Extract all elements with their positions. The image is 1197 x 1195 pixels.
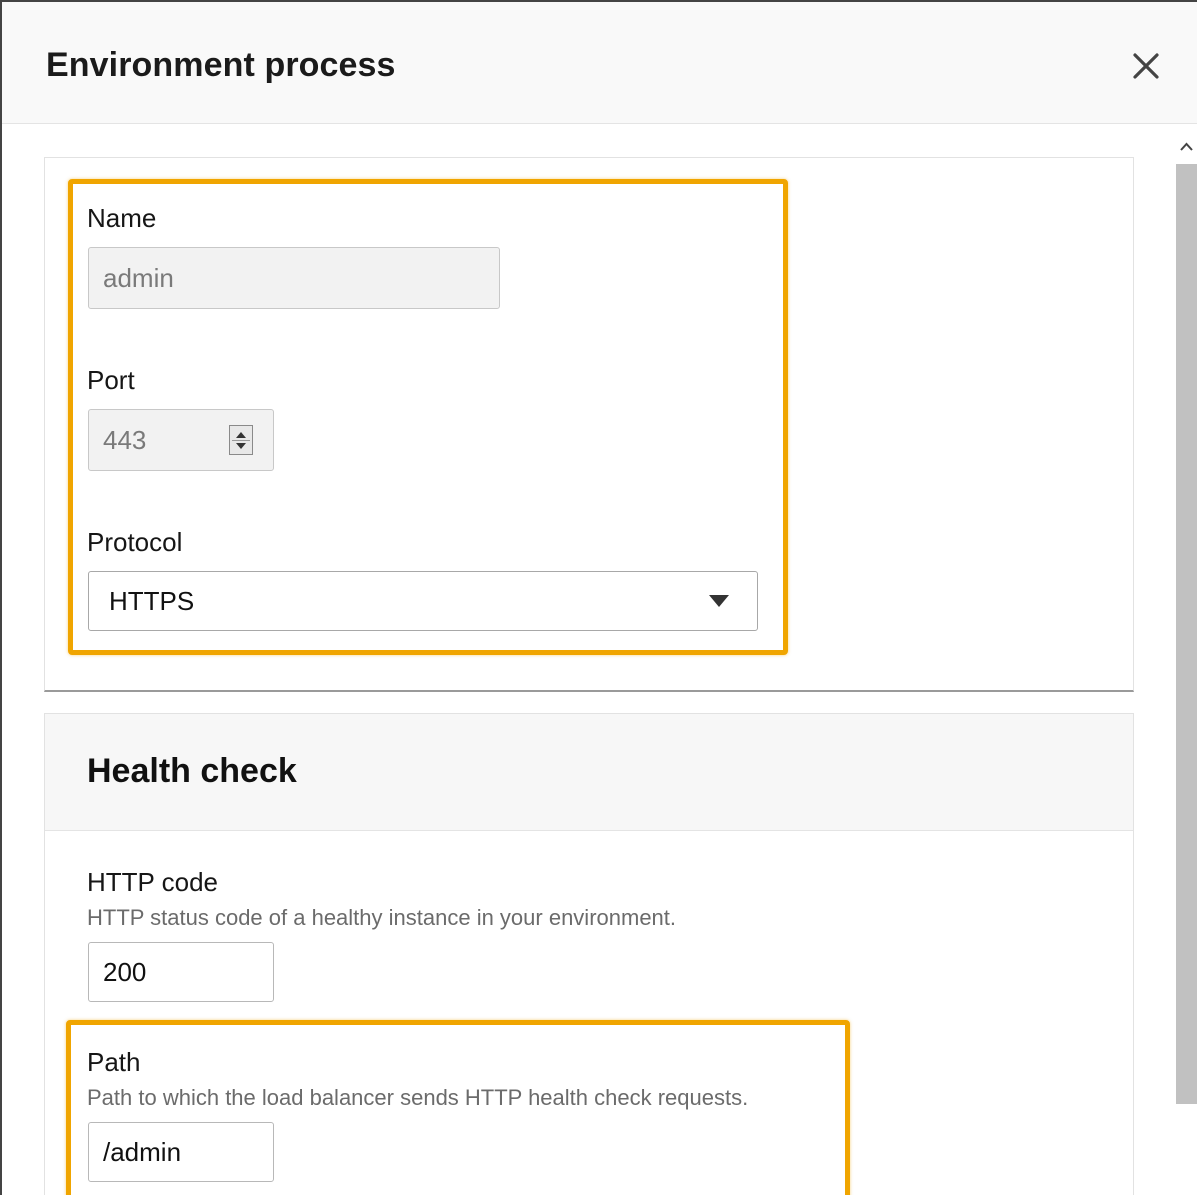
protocol-label: Protocol [87,527,183,557]
health-check-title: Health check [87,752,297,790]
path-label: Path [87,1047,141,1077]
path-description: Path to which the load balancer sends HT… [87,1085,749,1110]
health-check-panel: Health check HTTP code HTTP status code … [44,713,1134,1195]
port-stepper[interactable] [229,425,253,455]
http-code-label: HTTP code [87,867,219,897]
modal-title: Environment process [46,46,396,84]
name-label: Name [87,203,157,233]
stepper-divider [232,440,250,441]
http-code-description: HTTP status code of a healthy instance i… [87,905,677,930]
stepper-down-icon[interactable] [236,443,246,449]
vertical-scrollbar[interactable] [1174,128,1197,1195]
name-input[interactable]: admin [88,247,500,309]
stepper-up-icon[interactable] [236,432,246,438]
path-input[interactable]: /admin [88,1122,274,1182]
caret-down-icon [709,595,729,607]
chevron-up-icon [1180,142,1193,151]
close-button[interactable] [1126,46,1166,86]
port-value: 443 [103,424,147,455]
protocol-selected-value: HTTPS [109,585,195,616]
close-icon [1133,53,1159,79]
http-code-input[interactable]: 200 [88,942,274,1002]
scroll-up-button[interactable] [1174,130,1197,160]
environment-process-modal: Environment process Name admin Port 443 … [0,0,1197,1195]
process-settings-panel: Name admin Port 443 Protocol HTTPS [44,157,1134,692]
protocol-select[interactable]: HTTPS [88,571,758,631]
port-input[interactable]: 443 [88,409,274,471]
health-check-header: Health check [45,714,1133,831]
modal-header: Environment process [2,2,1197,124]
modal-body: Name admin Port 443 Protocol HTTPS Healt… [2,125,1197,1195]
port-label: Port [87,365,135,395]
scrollbar-thumb[interactable] [1176,164,1197,1104]
